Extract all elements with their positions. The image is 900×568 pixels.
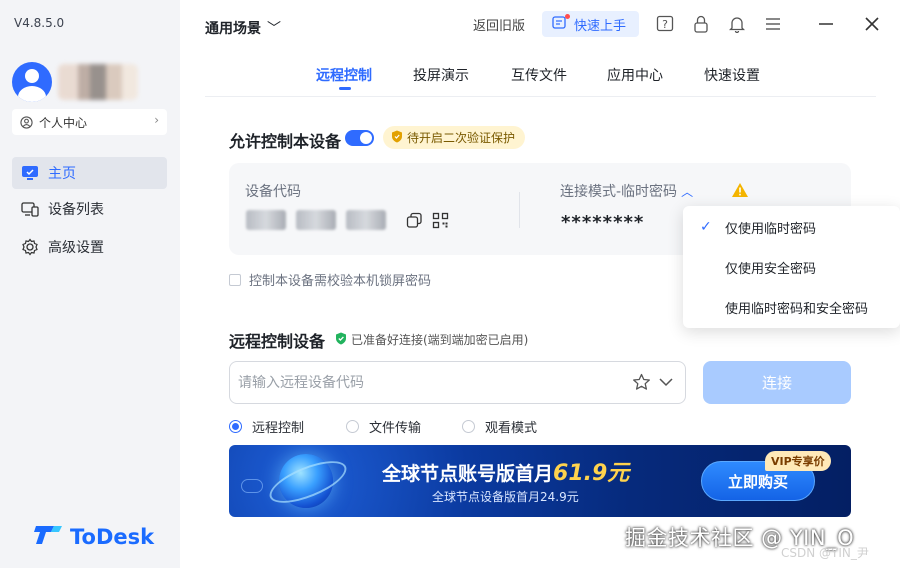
- tab-quick-settings[interactable]: 快速设置: [704, 65, 760, 85]
- app-version: V4.8.5.0: [14, 16, 65, 30]
- chevron-down-icon[interactable]: [658, 373, 674, 395]
- quick-start-button[interactable]: 快速上手: [542, 11, 639, 37]
- guide-icon: [552, 15, 566, 33]
- checkbox[interactable]: [229, 273, 241, 286]
- username-blurred: [58, 64, 138, 100]
- tab-active-indicator: [339, 87, 351, 90]
- quick-start-label: 快速上手: [574, 18, 627, 34]
- divider: [205, 96, 876, 97]
- copy-icon[interactable]: [406, 212, 423, 233]
- connection-mode-selector[interactable]: 连接模式-临时密码 ︿: [560, 181, 693, 201]
- remote-device-code-input[interactable]: [229, 361, 686, 404]
- device-code-blurred: [346, 210, 386, 230]
- banner-title-text: 全球节点账号版首月: [382, 463, 554, 485]
- sidebar-item-label: 高级设置: [48, 240, 104, 256]
- dropdown-item-label: 仅使用安全密码: [725, 261, 817, 277]
- temporary-password: ********: [561, 212, 645, 233]
- lockscreen-password-checkbox[interactable]: 控制本设备需校验本机锁屏密码: [229, 270, 431, 289]
- device-code-blurred: [246, 210, 286, 230]
- minimize-icon[interactable]: [816, 14, 836, 34]
- dropdown-item-temp-only[interactable]: ✓ 仅使用临时密码: [683, 208, 900, 246]
- banner-subtitle: 全球节点设备版首月24.9元: [432, 490, 579, 504]
- tab-screen-cast[interactable]: 投屏演示: [413, 65, 469, 85]
- lockscreen-password-label: 控制本设备需校验本机锁屏密码: [249, 274, 432, 289]
- allow-control-toggle[interactable]: [345, 130, 374, 146]
- scene-selector[interactable]: 通用场景 ﹀: [205, 18, 281, 38]
- sidebar-item-home[interactable]: 主页: [12, 157, 167, 189]
- dropdown-item-label: 仅使用临时密码: [725, 221, 817, 237]
- dropdown-item-secure-only[interactable]: 仅使用安全密码: [683, 248, 900, 286]
- bell-icon[interactable]: [727, 14, 747, 34]
- monitor-icon: [20, 165, 40, 181]
- radio-label: 远程控制: [252, 421, 305, 436]
- close-icon[interactable]: [862, 14, 882, 34]
- watermark-csdn: CSDN @YIN_尹: [781, 546, 869, 560]
- brand-name: ToDesk: [70, 524, 155, 549]
- radio-button[interactable]: [462, 420, 475, 433]
- promo-banner[interactable]: 全球节点账号版首月61.9元 全球节点设备版首月24.9元 立即购买 VIP专享…: [229, 445, 851, 517]
- remote-control-title: 远程控制设备: [229, 332, 326, 351]
- divider: [519, 192, 520, 228]
- device-code-blurred: [296, 210, 336, 230]
- tab-file-transfer[interactable]: 互传文件: [511, 65, 567, 85]
- tab-app-center[interactable]: 应用中心: [607, 65, 663, 85]
- user-center-button[interactable]: 个人中心 ›: [12, 109, 167, 135]
- lock-icon[interactable]: [691, 14, 711, 34]
- warning-icon[interactable]: [731, 182, 749, 202]
- radio-remote-control[interactable]: 远程控制: [229, 417, 304, 436]
- avatar[interactable]: [12, 62, 52, 102]
- sidebar-item-devices[interactable]: 设备列表: [12, 193, 167, 225]
- connection-mode-label: 连接模式-临时密码: [560, 184, 678, 200]
- todesk-logo-icon: [34, 522, 64, 551]
- menu-icon[interactable]: [763, 14, 783, 34]
- sidebar-item-advanced[interactable]: 高级设置: [12, 231, 167, 263]
- user-center-label: 个人中心: [39, 115, 88, 130]
- scene-label: 通用场景: [205, 21, 261, 37]
- vip-price-badge: VIP专享价: [765, 451, 831, 471]
- connect-button[interactable]: 连接: [703, 361, 851, 404]
- brand-logo: ToDesk: [34, 522, 154, 551]
- dropdown-item-both[interactable]: 使用临时密码和安全密码: [683, 288, 900, 326]
- banner-title: 全球节点账号版首月61.9元: [382, 455, 629, 487]
- check-icon: ✓: [700, 219, 712, 235]
- sidebar: V4.8.5.0 个人中心 › 主页 设备列表 高级设置 ToDesk: [0, 0, 180, 568]
- tab-remote-control[interactable]: 远程控制: [316, 65, 372, 85]
- verification-badge-label: 待开启二次验证保护: [407, 131, 516, 145]
- help-icon[interactable]: ?: [655, 14, 675, 34]
- radio-label: 文件传输: [369, 421, 422, 436]
- qr-code-icon[interactable]: [432, 212, 449, 233]
- connection-ready-label: 已准备好连接(端到端加密已启用): [351, 333, 529, 347]
- dropdown-item-label: 使用临时密码和安全密码: [725, 301, 869, 317]
- radio-file-transfer[interactable]: 文件传输: [346, 417, 421, 436]
- notification-dot: [565, 14, 570, 19]
- gear-icon: [20, 238, 40, 256]
- connection-ready-status: 已准备好连接(端到端加密已启用): [335, 331, 528, 348]
- cloud-icon: [241, 479, 263, 493]
- sidebar-item-label: 主页: [48, 166, 76, 182]
- chevron-right-icon: ›: [154, 113, 159, 127]
- banner-price: 61.9元: [553, 461, 630, 486]
- sidebar-item-label: 设备列表: [48, 202, 104, 218]
- radio-label: 观看模式: [485, 421, 538, 436]
- device-code-label: 设备代码: [245, 184, 301, 200]
- legacy-version-link[interactable]: 返回旧版: [473, 15, 525, 34]
- radio-view-mode[interactable]: 观看模式: [462, 417, 537, 436]
- verification-badge[interactable]: 待开启二次验证保护: [383, 126, 526, 149]
- shield-icon: [391, 130, 403, 146]
- chevron-down-icon: ﹀: [267, 21, 281, 37]
- password-mode-dropdown: ✓ 仅使用临时密码 仅使用安全密码 使用临时密码和安全密码: [683, 206, 900, 328]
- allow-control-title: 允许控制本设备: [229, 132, 342, 151]
- user-icon: [20, 115, 33, 129]
- shield-check-icon: [335, 332, 347, 348]
- devices-icon: [20, 201, 40, 217]
- svg-text:?: ?: [662, 18, 668, 31]
- radio-button[interactable]: [346, 420, 359, 433]
- star-icon[interactable]: [632, 373, 651, 395]
- chevron-up-icon: ︿: [681, 185, 694, 199]
- radio-button[interactable]: [229, 420, 242, 433]
